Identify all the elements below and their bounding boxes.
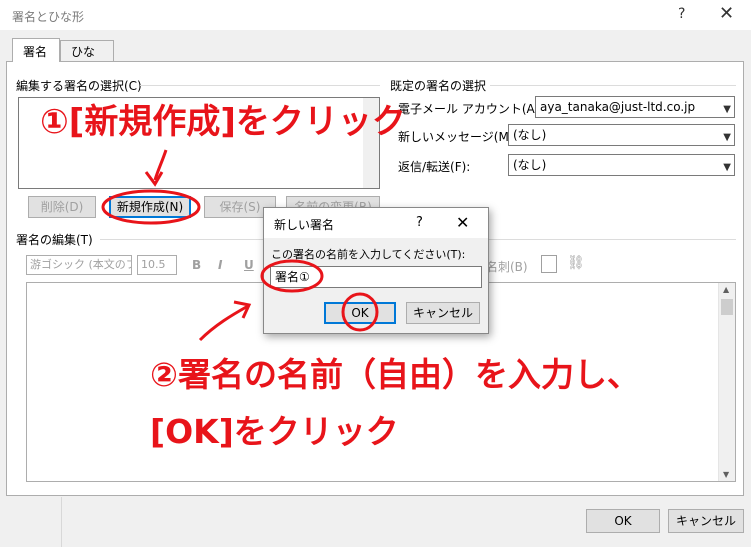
- hyperlink-icon[interactable]: ⛓: [567, 255, 585, 273]
- annotation-step2-line1: ②署名の名前（自由）を入力し、: [150, 355, 640, 394]
- title-bar: [0, 0, 751, 30]
- left-strip: [0, 497, 62, 547]
- scroll-down-icon[interactable]: ▼: [723, 470, 729, 479]
- new-msg-value: (なし): [513, 128, 547, 142]
- signature-name-input[interactable]: 署名①: [270, 266, 482, 288]
- ok-button[interactable]: OK: [586, 509, 660, 533]
- dialog-ok-button[interactable]: OK: [324, 302, 396, 324]
- new-signature-dialog: 新しい署名 ? ✕ この署名の名前を入力してください(T): 署名① OK キャ…: [263, 207, 489, 334]
- chevron-down-icon: ▼: [723, 132, 731, 143]
- editor-scrollbar[interactable]: ▲ ▼: [718, 283, 735, 481]
- dialog-close-icon[interactable]: ✕: [456, 213, 469, 232]
- new-msg-label: 新しいメッセージ(M):: [398, 130, 518, 144]
- font-size-select[interactable]: 10.5: [137, 255, 177, 275]
- font-size-value: 10.5: [141, 258, 166, 271]
- cancel-button[interactable]: キャンセル: [668, 509, 744, 533]
- font-select[interactable]: 游ゴシック (本文のフ: [26, 255, 132, 275]
- annotation-step1: ①[新規作成]をクリック: [40, 102, 406, 142]
- delete-button[interactable]: 削除(D): [28, 196, 96, 218]
- reply-value: (なし): [513, 158, 547, 172]
- reply-select[interactable]: (なし) ▼: [508, 154, 735, 176]
- new-signature-button[interactable]: 新規作成(N): [109, 196, 191, 218]
- bold-button[interactable]: B: [192, 258, 201, 272]
- close-icon[interactable]: ✕: [719, 3, 734, 24]
- account-label: 電子メール アカウント(A):: [398, 102, 544, 116]
- font-value: 游ゴシック (本文のフ: [30, 258, 132, 271]
- dialog-help-icon[interactable]: ?: [416, 215, 423, 230]
- reply-label: 返信/転送(F):: [398, 160, 471, 174]
- tab-signature[interactable]: 署名: [12, 38, 60, 62]
- business-card-button[interactable]: 名刺(B): [486, 258, 528, 275]
- group-divider: [140, 85, 380, 86]
- dialog-title: 新しい署名: [274, 218, 335, 232]
- group-divider: [490, 85, 736, 86]
- account-select[interactable]: aya_tanaka@just-ltd.co.jp ▼: [535, 96, 735, 118]
- picture-icon[interactable]: [541, 255, 557, 273]
- italic-button[interactable]: I: [218, 258, 222, 272]
- window-title: 署名とひな形: [12, 10, 85, 24]
- editor-label: 署名の編集(T): [16, 233, 93, 247]
- scroll-thumb[interactable]: [721, 299, 733, 315]
- tab-stationery[interactable]: ひな形: [60, 40, 114, 76]
- scroll-up-icon[interactable]: ▲: [723, 285, 729, 294]
- chevron-down-icon: ▼: [723, 162, 731, 173]
- annotation-step2-line2: [OK]をクリック: [150, 412, 399, 451]
- dialog-cancel-button[interactable]: キャンセル: [406, 302, 480, 324]
- chevron-down-icon: ▼: [723, 104, 731, 115]
- account-value: aya_tanaka@just-ltd.co.jp: [540, 100, 696, 114]
- help-icon[interactable]: ?: [678, 6, 685, 22]
- dialog-prompt: この署名の名前を入力してください(T):: [271, 248, 466, 261]
- default-sig-label: 既定の署名の選択: [390, 79, 487, 93]
- edit-select-label: 編集する署名の選択(C): [16, 79, 142, 93]
- underline-button[interactable]: U: [244, 258, 254, 272]
- new-msg-select[interactable]: (なし) ▼: [508, 124, 735, 146]
